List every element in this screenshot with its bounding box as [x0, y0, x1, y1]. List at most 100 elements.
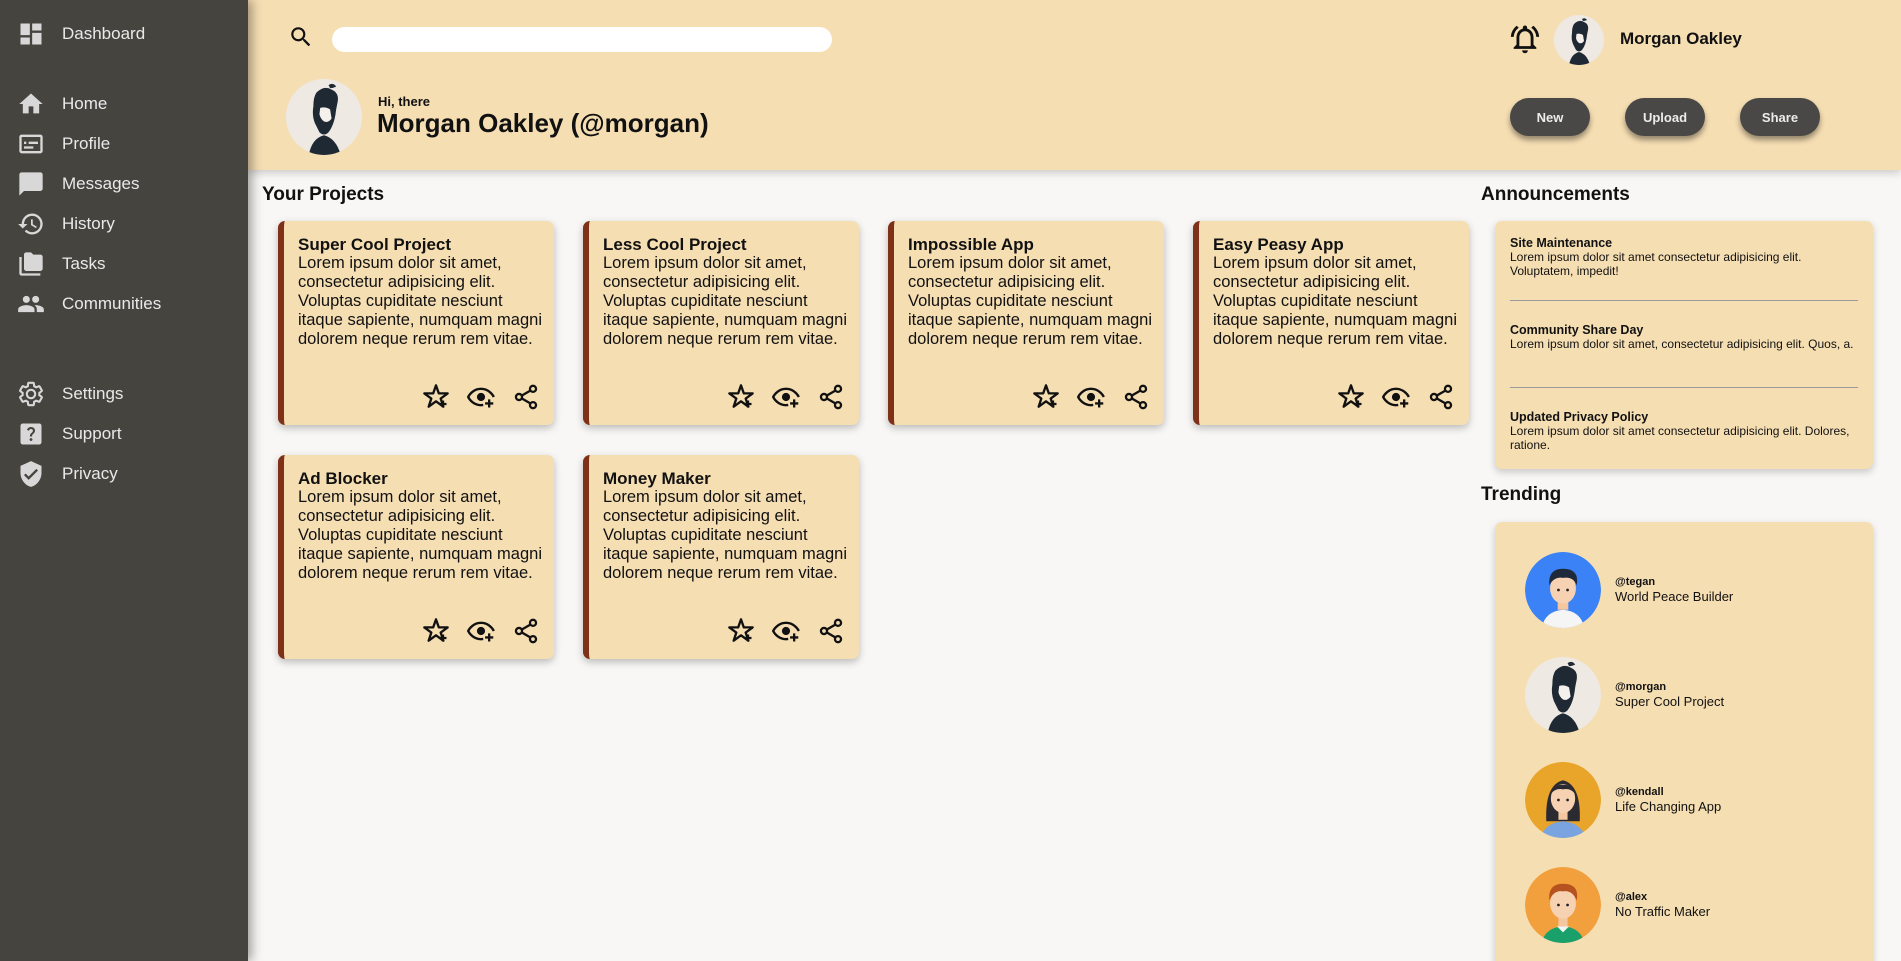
people-icon [16, 289, 46, 319]
trending-handle: @alex [1615, 891, 1648, 903]
watch-add-icon[interactable] [1381, 382, 1410, 411]
help-icon [16, 419, 46, 449]
sidebar-item-label: Privacy [62, 464, 118, 483]
trending-item[interactable]: @tegan World Peace Builder [1525, 552, 1733, 628]
trending-item[interactable]: @morgan Super Cool Project [1525, 657, 1724, 733]
sidebar-item-label: Tasks [62, 254, 106, 273]
share-icon[interactable] [511, 616, 540, 645]
star-add-icon[interactable] [726, 616, 755, 645]
history-icon [16, 209, 46, 239]
avatar[interactable] [1554, 15, 1604, 65]
announcement-item[interactable]: Site Maintenance Lorem ipsum dolor sit a… [1510, 236, 1860, 278]
watch-add-icon[interactable] [771, 382, 800, 411]
trending-project: Life Changing App [1615, 799, 1722, 814]
trending-item[interactable]: @kendall Life Changing App [1525, 762, 1721, 838]
profile-avatar [286, 79, 362, 155]
share-button[interactable]: Share [1740, 98, 1820, 136]
projects-title: Your Projects [262, 184, 385, 205]
project-description: Lorem ipsum dolor sit amet, consectetur … [298, 254, 542, 348]
watch-add-icon[interactable] [466, 616, 495, 645]
share-icon[interactable] [1121, 382, 1150, 411]
search-input[interactable] [332, 27, 832, 52]
announcement-title: Community Share Day [1510, 323, 1644, 337]
watch-add-icon[interactable] [1076, 382, 1105, 411]
header: Morgan Oakley Hi, there Morgan Oakley (@… [248, 0, 1901, 170]
home-icon [16, 89, 46, 119]
project-card[interactable]: Easy Peasy App Lorem ipsum dolor sit amet… [1193, 221, 1469, 425]
dashboard-icon [16, 19, 46, 49]
project-description: Lorem ipsum dolor sit amet, consectetur … [1213, 254, 1457, 348]
project-description: Lorem ipsum dolor sit amet, consectetur … [603, 254, 847, 348]
trending-panel: @tegan World Peace Builder @morgan Super… [1495, 522, 1873, 961]
project-title: Easy Peasy App [1213, 235, 1344, 254]
trending-project: World Peace Builder [1615, 589, 1734, 604]
star-add-icon[interactable] [726, 382, 755, 411]
share-icon[interactable] [816, 382, 845, 411]
project-title: Money Maker [603, 469, 711, 488]
star-add-icon[interactable] [421, 382, 450, 411]
star-add-icon[interactable] [421, 616, 450, 645]
project-title: Ad Blocker [298, 469, 388, 488]
card-actions [726, 382, 845, 411]
project-title: Super Cool Project [298, 235, 452, 254]
card-actions [421, 382, 540, 411]
sidebar-item-support[interactable]: Support [16, 419, 122, 449]
bell-icon[interactable] [1508, 22, 1542, 56]
card-actions [1031, 382, 1150, 411]
sidebar-item-history[interactable]: History [16, 209, 115, 239]
project-card[interactable]: Ad Blocker Lorem ipsum dolor sit amet, co… [278, 455, 554, 659]
trending-project: Super Cool Project [1615, 694, 1725, 709]
announcements-panel: Site Maintenance Lorem ipsum dolor sit a… [1495, 221, 1873, 469]
user-name[interactable]: Morgan Oakley [1620, 29, 1742, 49]
sidebar-item-label: Messages [62, 174, 140, 193]
sidebar-item-profile[interactable]: Profile [16, 129, 110, 159]
avatar [1525, 552, 1601, 628]
sidebar-item-label: Home [62, 94, 108, 113]
trending-handle: @tegan [1615, 576, 1656, 588]
announcement-item[interactable]: Updated Privacy Policy Lorem ipsum dolor… [1510, 410, 1860, 452]
project-title: Impossible App [908, 235, 1034, 254]
sidebar-item-label: Support [62, 424, 122, 443]
trending-item[interactable]: @alex No Traffic Maker [1525, 867, 1710, 943]
project-card[interactable]: Impossible App Lorem ipsum dolor sit amet… [888, 221, 1164, 425]
card-actions [1336, 382, 1455, 411]
project-description: Lorem ipsum dolor sit amet, consectetur … [603, 488, 847, 582]
share-icon[interactable] [511, 382, 540, 411]
shield-icon [16, 459, 46, 489]
announcement-body: Lorem ipsum dolor sit amet consectetur a… [1510, 250, 1802, 278]
share-icon[interactable] [816, 616, 845, 645]
watch-add-icon[interactable] [771, 616, 800, 645]
announcement-item[interactable]: Community Share Day Lorem ipsum dolor si… [1510, 323, 1860, 351]
sidebar-item-home[interactable]: Home [16, 89, 107, 119]
sidebar-item-settings[interactable]: Settings [16, 379, 123, 409]
share-icon[interactable] [1426, 382, 1455, 411]
sidebar-item-label: Communities [62, 294, 162, 313]
project-card[interactable]: Money Maker Lorem ipsum dolor sit amet, c… [583, 455, 859, 659]
folder-icon [16, 249, 46, 279]
new-button[interactable]: New [1510, 98, 1590, 136]
project-card[interactable]: Super Cool Project Lorem ipsum dolor sit … [278, 221, 554, 425]
sidebar-item-messages[interactable]: Messages [16, 169, 139, 199]
star-add-icon[interactable] [1031, 382, 1060, 411]
trending-handle: @morgan [1615, 681, 1667, 693]
sidebar-item-privacy[interactable]: Privacy [16, 459, 118, 489]
project-description: Lorem ipsum dolor sit amet, consectetur … [908, 254, 1152, 348]
card-actions [421, 616, 540, 645]
search-icon[interactable] [288, 24, 314, 50]
announcement-body: Lorem ipsum dolor sit amet consectetur a… [1510, 424, 1850, 452]
avatar [1525, 867, 1601, 943]
trending-title: Trending [1481, 484, 1562, 505]
announcement-title: Site Maintenance [1510, 236, 1613, 250]
project-title: Less Cool Project [603, 235, 747, 254]
avatar [1525, 657, 1601, 733]
sidebar-item-tasks[interactable]: Tasks [16, 249, 105, 279]
sidebar-item-communities[interactable]: Communities [16, 289, 161, 319]
sidebar-item-dashboard[interactable]: Dashboard [16, 19, 145, 49]
star-add-icon[interactable] [1336, 382, 1365, 411]
divider [1510, 387, 1858, 388]
watch-add-icon[interactable] [466, 382, 495, 411]
sidebar-item-label: Profile [62, 134, 111, 153]
avatar [1525, 762, 1601, 838]
upload-button[interactable]: Upload [1625, 98, 1705, 136]
project-card[interactable]: Less Cool Project Lorem ipsum dolor sit a… [583, 221, 859, 425]
